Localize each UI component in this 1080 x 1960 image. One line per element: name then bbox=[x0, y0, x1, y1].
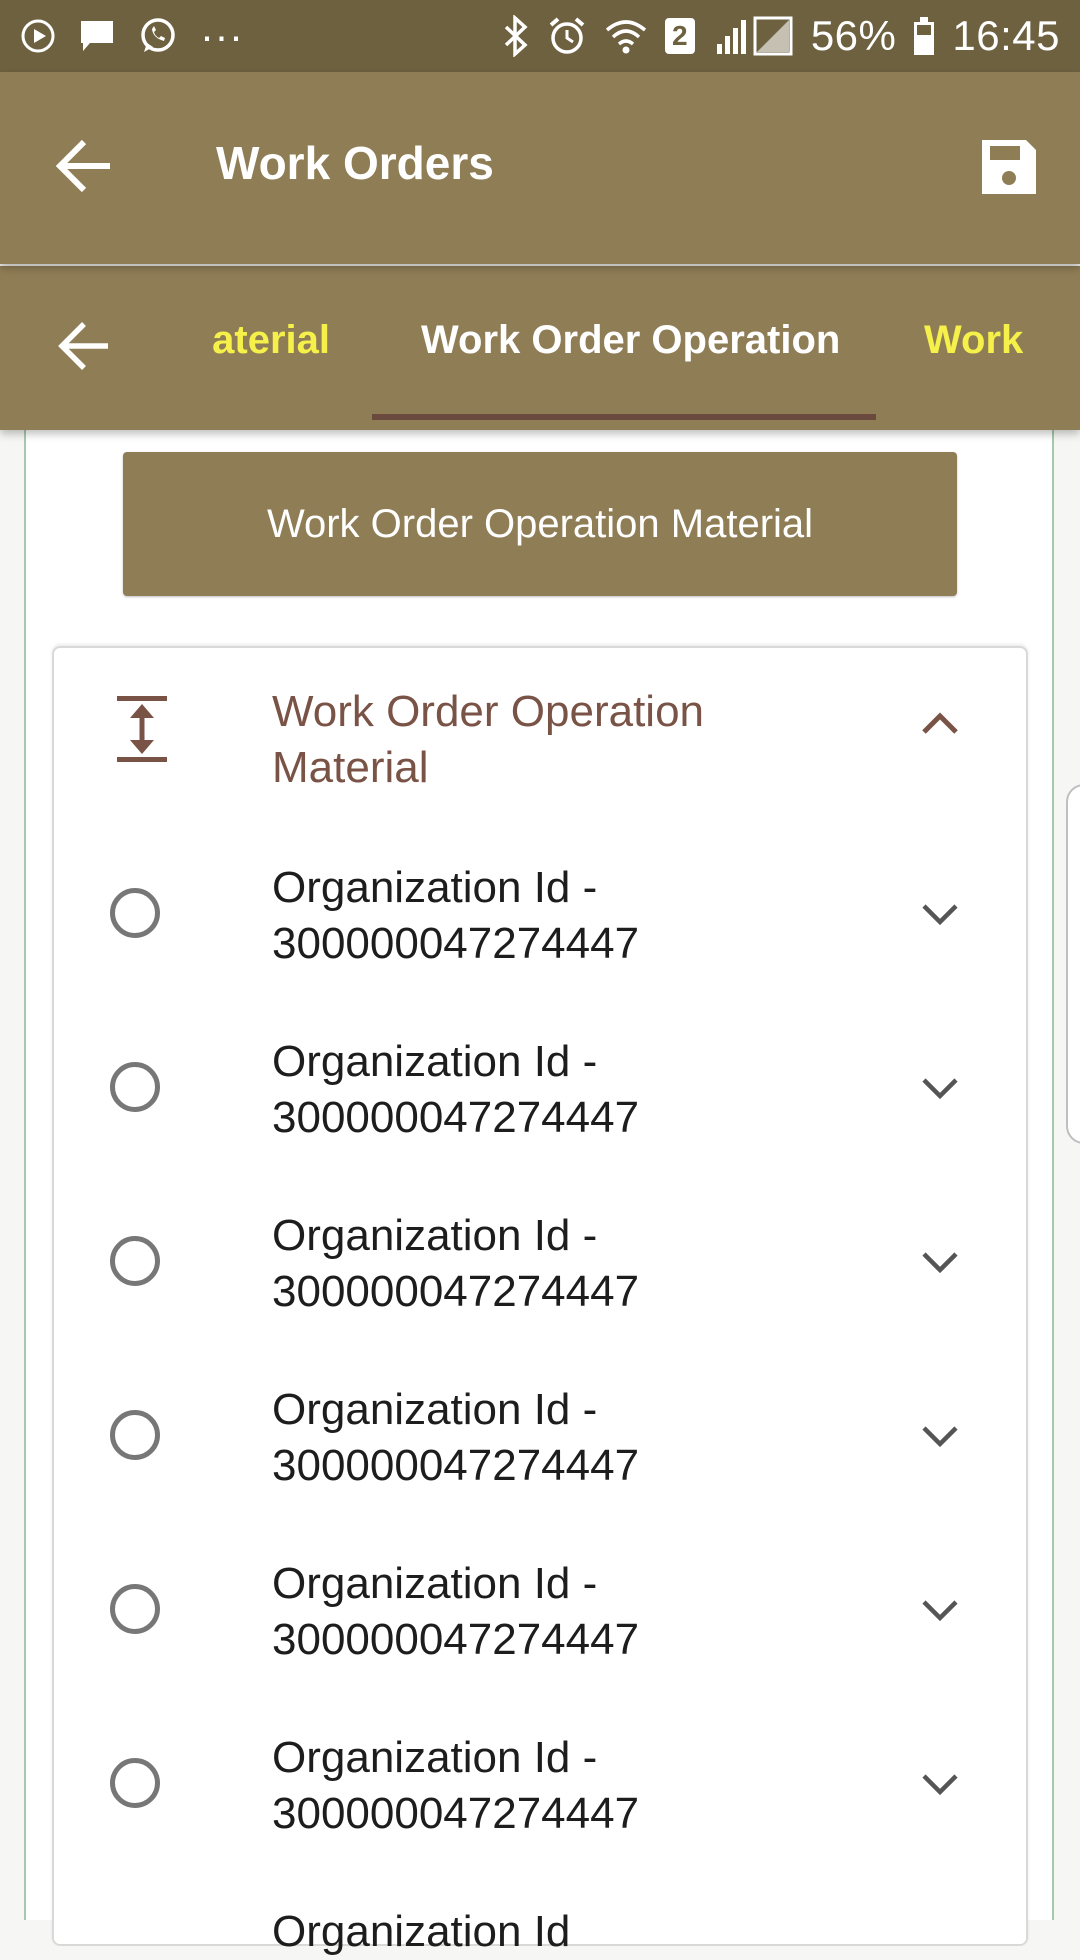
save-icon[interactable] bbox=[980, 138, 1038, 196]
message-icon bbox=[78, 18, 116, 54]
list-item[interactable]: Organization Id bbox=[54, 1907, 1026, 1956]
list-item-value: 300000047274447 bbox=[272, 1267, 640, 1316]
play-icon bbox=[20, 18, 56, 54]
radio-button[interactable] bbox=[110, 1584, 160, 1634]
list-item-text: Organization Id - 300000047274447 bbox=[272, 1382, 832, 1494]
card-title-line1: Work Order Operation bbox=[272, 687, 705, 736]
card-header[interactable]: Work Order Operation Material bbox=[54, 684, 1026, 804]
tab-work-order-operation-material[interactable]: aterial bbox=[212, 318, 330, 363]
signal-icon bbox=[711, 14, 795, 58]
list-item-value: 300000047274447 bbox=[272, 919, 640, 968]
whatsapp-icon bbox=[138, 16, 178, 56]
list-item-value: 300000047274447 bbox=[272, 1441, 640, 1490]
card-title: Work Order Operation Material bbox=[272, 684, 772, 796]
tab-work-order-operation[interactable]: Work Order Operation bbox=[421, 318, 840, 363]
tab-bar: aterial Work Order Operation Work bbox=[0, 266, 1080, 430]
radio-button[interactable] bbox=[110, 1062, 160, 1112]
status-bar: ··· 2 56% 16:45 bbox=[0, 0, 1080, 72]
list-item-text: Organization Id - 300000047274447 bbox=[272, 1034, 832, 1146]
alarm-icon bbox=[547, 16, 587, 56]
list-item-label: Organization Id - bbox=[272, 1733, 598, 1782]
list-item-label: Organization Id - bbox=[272, 1559, 598, 1608]
bluetooth-icon bbox=[501, 15, 531, 57]
list-item-value: 300000047274447 bbox=[272, 1093, 640, 1142]
list-item-text: Organization Id - 300000047274447 bbox=[272, 1556, 832, 1668]
list-item-text: Organization Id - 300000047274447 bbox=[272, 860, 832, 972]
list-item-label: Organization Id - bbox=[272, 1385, 598, 1434]
list-item-label: Organization Id - bbox=[272, 1211, 598, 1260]
list-item-label: Organization Id bbox=[272, 1907, 571, 1956]
chevron-down-icon[interactable] bbox=[920, 1596, 960, 1624]
app-bar: Work Orders bbox=[0, 72, 1080, 264]
battery-icon bbox=[912, 15, 936, 57]
radio-button[interactable] bbox=[110, 1758, 160, 1808]
more-notifications: ··· bbox=[200, 12, 244, 59]
radio-button[interactable] bbox=[110, 1236, 160, 1286]
work-order-operation-material-button[interactable]: Work Order Operation Material bbox=[123, 452, 957, 596]
tabs-back-arrow-icon[interactable] bbox=[54, 316, 114, 376]
expand-vertical-icon bbox=[114, 694, 170, 764]
battery-percent: 56% bbox=[810, 12, 897, 59]
list-item-label: Organization Id - bbox=[272, 1037, 598, 1086]
card-title-line2: Material bbox=[272, 743, 429, 792]
list-item-value: 300000047274447 bbox=[272, 1615, 640, 1664]
list-item-label: Organization Id - bbox=[272, 863, 598, 912]
list-item-text: Organization Id bbox=[272, 1904, 832, 1960]
page-title: Work Orders bbox=[216, 137, 494, 189]
chevron-down-icon[interactable] bbox=[920, 1074, 960, 1102]
radio-button[interactable] bbox=[110, 888, 160, 938]
list-item-text: Organization Id - 300000047274447 bbox=[272, 1730, 832, 1842]
clock: 16:45 bbox=[952, 12, 1060, 59]
sim-badge: 2 bbox=[664, 18, 695, 54]
list-item-text: Organization Id - 300000047274447 bbox=[272, 1208, 832, 1320]
wifi-icon bbox=[603, 16, 649, 56]
chevron-down-icon[interactable] bbox=[920, 1248, 960, 1276]
chevron-down-icon[interactable] bbox=[920, 1770, 960, 1798]
tab-work[interactable]: Work bbox=[924, 318, 1023, 363]
active-tab-indicator bbox=[372, 414, 876, 420]
chevron-down-icon[interactable] bbox=[920, 1422, 960, 1450]
chevron-up-icon[interactable] bbox=[920, 708, 960, 736]
material-card: Work Order Operation Material Organizati… bbox=[52, 646, 1028, 1956]
radio-button[interactable] bbox=[110, 1410, 160, 1460]
tab-material-clip: aterial bbox=[170, 266, 330, 430]
side-panel-edge bbox=[1066, 784, 1080, 1144]
back-arrow-icon[interactable] bbox=[52, 134, 116, 198]
list-item-value: 300000047274447 bbox=[272, 1789, 640, 1838]
chevron-down-icon[interactable] bbox=[920, 900, 960, 928]
